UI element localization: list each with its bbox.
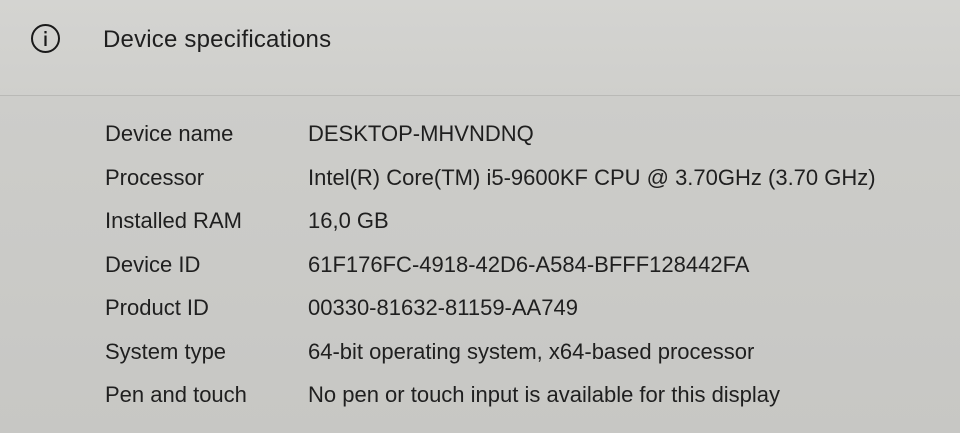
- spec-value: 64-bit operating system, x64-based proce…: [308, 339, 755, 364]
- spec-row-system-type: System type 64-bit operating system, x64…: [0, 338, 960, 378]
- spec-value: 61F176FC-4918-42D6-A584-BFFF128442FA: [308, 252, 750, 277]
- spec-label: Device ID: [105, 252, 201, 277]
- section-title: Device specifications: [103, 26, 332, 53]
- spec-label: System type: [105, 339, 227, 364]
- spec-label: Device name: [105, 121, 234, 146]
- specs-panel: Device name DESKTOP-MHVNDNQ Processor In…: [0, 96, 960, 433]
- spec-row-device-id: Device ID 61F176FC-4918-42D6-A584-BFFF12…: [0, 251, 960, 291]
- device-specifications-header[interactable]: Device specifications: [0, 0, 960, 96]
- spec-value: 16,0 GB: [308, 208, 389, 233]
- spec-label: Product ID: [105, 295, 209, 320]
- spec-row-product-id: Product ID 00330-81632-81159-AA749: [0, 294, 960, 334]
- spec-value: DESKTOP-MHVNDNQ: [308, 121, 534, 146]
- spec-label: Installed RAM: [105, 208, 242, 233]
- spec-value: Intel(R) Core(TM) i5-9600KF CPU @ 3.70GH…: [308, 165, 876, 190]
- spec-label: Processor: [105, 165, 205, 190]
- spec-row-processor: Processor Intel(R) Core(TM) i5-9600KF CP…: [0, 164, 960, 204]
- spec-row-device-name: Device name DESKTOP-MHVNDNQ: [0, 120, 960, 160]
- spec-value: No pen or touch input is available for t…: [308, 382, 781, 407]
- spec-row-installed-ram: Installed RAM 16,0 GB: [0, 207, 960, 247]
- spec-row-pen-and-touch: Pen and touch No pen or touch input is a…: [0, 381, 960, 421]
- spec-value: 00330-81632-81159-AA749: [308, 295, 578, 320]
- info-icon: [30, 23, 61, 54]
- spec-label: Pen and touch: [105, 382, 247, 407]
